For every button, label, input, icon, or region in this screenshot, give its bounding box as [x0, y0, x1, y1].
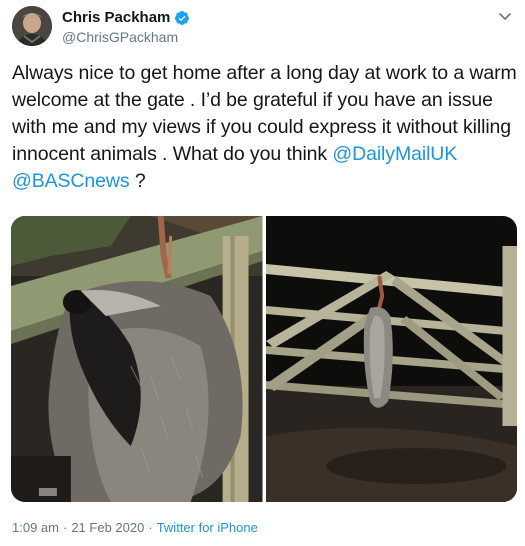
tweet: Chris Packham @ChrisGPackham Always nice…	[0, 0, 525, 546]
mention-dailymailuk[interactable]: @DailyMailUK	[332, 143, 457, 165]
avatar[interactable]	[12, 6, 52, 46]
tweet-date[interactable]: 21 Feb 2020	[71, 520, 144, 535]
mention-bascnews[interactable]: @BASCnews	[12, 170, 130, 192]
media-photo-1[interactable]	[11, 216, 263, 502]
tweet-source-link[interactable]: Twitter for iPhone	[157, 520, 258, 535]
media-photo-2[interactable]	[265, 216, 517, 502]
author-display-name[interactable]: Chris Packham	[62, 9, 170, 26]
tweet-meta: 1:09 am · 21 Feb 2020 · Twitter for iPho…	[12, 520, 258, 535]
gate-night-image	[265, 216, 517, 502]
tweet-media	[11, 216, 517, 502]
avatar-image	[12, 6, 52, 46]
tweet-time[interactable]: 1:09 am	[12, 520, 59, 535]
meta-separator: ·	[62, 520, 68, 535]
tweet-text-end: ?	[129, 170, 146, 192]
author-name-row[interactable]: Chris Packham	[62, 9, 190, 26]
tweet-text: Always nice to get home after a long day…	[12, 60, 517, 195]
meta-separator: ·	[148, 520, 153, 535]
badger-closeup-image	[11, 216, 263, 502]
verified-badge-icon	[174, 10, 190, 26]
author-handle[interactable]: @ChrisGPackham	[62, 29, 178, 45]
chevron-down-icon[interactable]	[497, 8, 513, 24]
